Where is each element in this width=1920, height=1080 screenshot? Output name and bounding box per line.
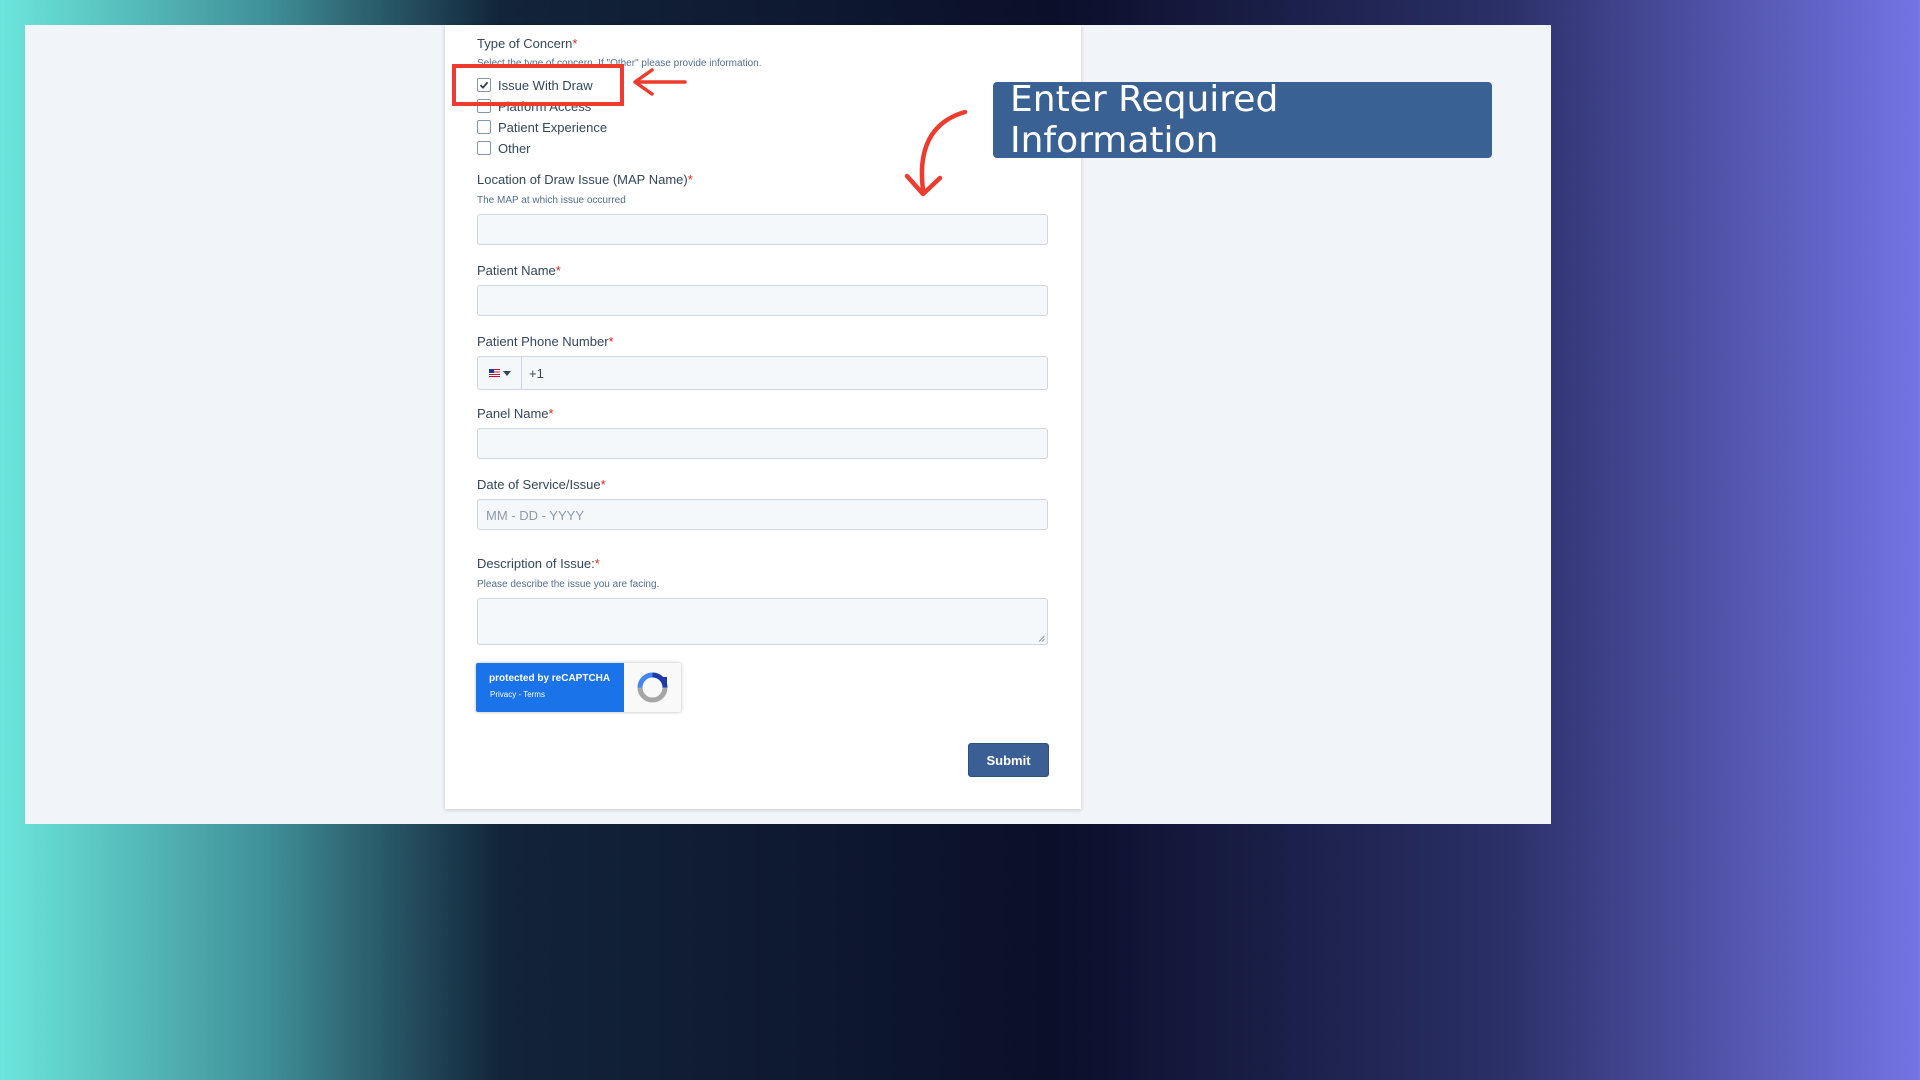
callout-text: Enter Required Information: [1010, 79, 1279, 161]
curved-down-arrow-icon: [904, 109, 968, 197]
left-arrow-icon: [633, 68, 687, 96]
callout-banner: Enter Required Information: [993, 79, 1492, 161]
